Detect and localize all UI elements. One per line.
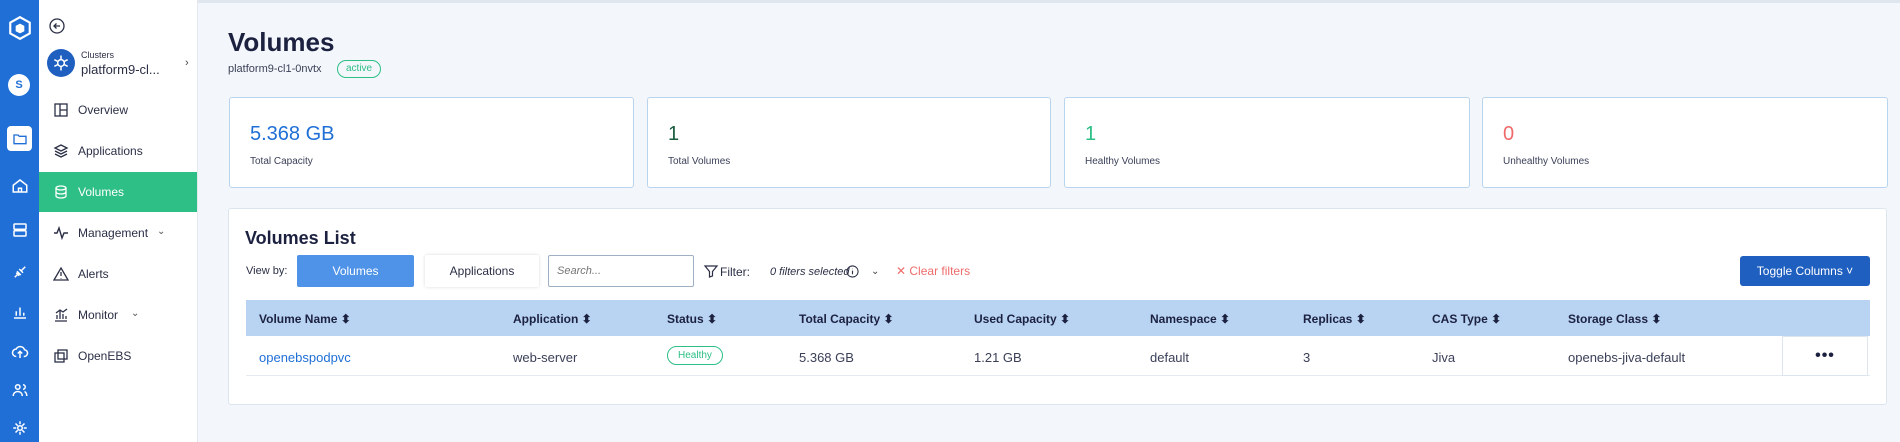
stat-value: 5.368 GB: [250, 123, 335, 145]
close-icon: ✕: [896, 264, 910, 278]
page-title: Volumes: [228, 27, 335, 57]
monitor-chart-icon: [55, 308, 68, 322]
replicas-cell: 3: [1303, 350, 1311, 365]
stat-value: 1: [1085, 123, 1097, 145]
chevron-down-icon[interactable]: ⌄: [871, 266, 879, 277]
chevron-down-icon: ⌄: [131, 308, 140, 319]
chart-icon[interactable]: [0, 296, 39, 328]
sidebar-item-label: Alerts: [78, 267, 109, 281]
table-header: Volume Name ⬍ Application ⬍ Status ⬍ Tot…: [246, 300, 1870, 336]
column-header-replicas[interactable]: Replicas ⬍: [1303, 312, 1366, 326]
stat-card-healthy-volumes: 1 Healthy Volumes: [1064, 97, 1470, 188]
filter-label: Filter:: [720, 265, 750, 279]
column-header-storage-class[interactable]: Storage Class ⬍: [1568, 312, 1661, 326]
list-title: Volumes List: [245, 228, 356, 248]
clear-filters-label: Clear filters: [909, 264, 971, 278]
top-border: [198, 0, 1900, 3]
sidebar-item-label: Volumes: [78, 185, 125, 199]
stat-card-total-capacity: 5.368 GB Total Capacity: [229, 97, 634, 188]
cas-type-cell: Jiva: [1432, 350, 1456, 365]
info-icon[interactable]: [846, 265, 859, 278]
row-actions-button[interactable]: •••: [1782, 336, 1868, 376]
column-header-namespace[interactable]: Namespace ⬍: [1150, 312, 1230, 326]
home-icon[interactable]: [0, 170, 39, 202]
settings-icon[interactable]: [0, 412, 39, 442]
stat-card-total-volumes: 1 Total Volumes: [647, 97, 1051, 188]
plug-icon[interactable]: [0, 256, 39, 288]
logo-icon[interactable]: [0, 10, 39, 46]
sidebar-item-label: OpenEBS: [78, 349, 132, 363]
stat-value: 1: [668, 123, 680, 145]
stat-label: Healthy Volumes: [1085, 156, 1161, 167]
users-icon[interactable]: [0, 374, 39, 406]
view-volumes-button[interactable]: Volumes: [297, 255, 414, 287]
sidebar-item-applications[interactable]: Applications: [39, 131, 197, 171]
icon-rail: S: [0, 0, 39, 442]
servers-icon[interactable]: [0, 214, 39, 246]
status-badge: Healthy: [667, 346, 723, 365]
column-header-used-capacity[interactable]: Used Capacity ⬍: [974, 312, 1070, 326]
stat-value: 0: [1503, 123, 1515, 145]
column-header-volume-name[interactable]: Volume Name ⬍: [259, 312, 351, 326]
sidebar-item-openebs[interactable]: OpenEBS: [39, 336, 197, 376]
namespace-cell: default: [1150, 350, 1190, 365]
view-applications-button[interactable]: Applications: [425, 255, 539, 287]
sidebar-item-monitor[interactable]: Monitor ⌄: [39, 295, 197, 335]
column-header-status[interactable]: Status ⬍: [667, 312, 717, 326]
avatar[interactable]: S: [8, 74, 30, 96]
openebs-icon: [54, 349, 68, 363]
cluster-name: platform9-cl...: [81, 62, 160, 77]
cluster-selector[interactable]: Clusters platform9-cl... ›: [47, 49, 197, 81]
database-icon: [55, 185, 67, 199]
storage-class-cell: openebs-jiva-default: [1568, 350, 1686, 365]
back-arrow-icon[interactable]: [49, 18, 65, 34]
sidebar-item-management[interactable]: Management ⌄: [39, 213, 197, 253]
stat-card-unhealthy-volumes: 0 Unhealthy Volumes: [1482, 97, 1888, 188]
toggle-columns-button[interactable]: Toggle Columns ˅: [1740, 256, 1870, 286]
used-capacity-cell: 1.21 GB: [974, 350, 1022, 365]
folder-icon[interactable]: [7, 126, 32, 151]
table-row: openebspodpvc web-server Healthy 5.368 G…: [246, 336, 1870, 376]
volume-name-link[interactable]: openebspodpvc: [259, 350, 351, 365]
chevron-down-icon: ⌄: [157, 226, 166, 237]
application-cell: web-server: [513, 350, 578, 365]
sidebar-item-label: Applications: [78, 144, 143, 158]
column-header-application[interactable]: Application ⬍: [513, 312, 592, 326]
warning-icon: [53, 266, 69, 281]
cloud-upload-icon[interactable]: [0, 336, 39, 368]
activity-icon: [54, 225, 68, 241]
sidebar-item-label: Monitor: [78, 308, 119, 322]
total-capacity-cell: 5.368 GB: [799, 350, 854, 365]
sidebar: Clusters platform9-cl... › Overview Appl…: [39, 0, 198, 442]
filters-selected[interactable]: 0 filters selected: [770, 266, 849, 278]
sidebar-item-alerts[interactable]: Alerts: [39, 254, 197, 294]
stat-label: Unhealthy Volumes: [1503, 156, 1590, 167]
column-header-cas-type[interactable]: CAS Type ⬍: [1432, 312, 1501, 326]
layers-icon: [53, 144, 69, 158]
sidebar-item-volumes[interactable]: Volumes: [39, 172, 197, 212]
cluster-caption: Clusters: [81, 50, 115, 60]
search-input[interactable]: [548, 255, 694, 287]
clear-filters-button[interactable]: ✕ Clear filters: [896, 264, 970, 278]
stat-label: Total Capacity: [250, 156, 313, 167]
filter-icon[interactable]: [703, 263, 719, 279]
column-header-total-capacity[interactable]: Total Capacity ⬍: [799, 312, 894, 326]
status-badge: active: [337, 60, 382, 78]
dashboard-icon: [54, 103, 68, 117]
kubernetes-icon: [47, 49, 75, 77]
sidebar-item-label: Overview: [78, 103, 129, 117]
sidebar-item-overview[interactable]: Overview: [39, 90, 197, 130]
view-by-label: View by:: [246, 265, 288, 277]
cluster-id: platform9-cl1-0nvtx: [228, 63, 322, 75]
sidebar-item-label: Management: [78, 226, 149, 240]
stat-label: Total Volumes: [668, 156, 731, 167]
chevron-right-icon: ›: [185, 57, 189, 69]
